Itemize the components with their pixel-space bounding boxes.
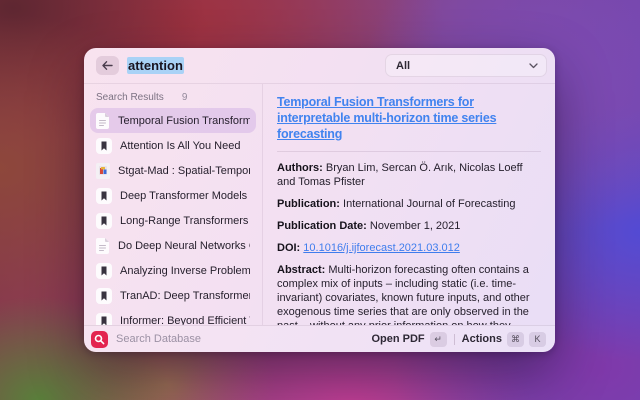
result-title: Deep Transformer Models for Ti...	[120, 190, 250, 202]
result-title: Stgat-Mad : Spatial-Temporal Gr...	[118, 165, 250, 177]
abstract-field: Abstract: Multi-horizon forecasting ofte…	[277, 263, 541, 325]
abstract-label: Abstract:	[277, 264, 325, 276]
result-title: Informer: Beyond Efficient Trans	[120, 315, 250, 326]
open-pdf-label: Open PDF	[371, 333, 424, 345]
actions-menu-button[interactable]: Actions ⌘ K	[462, 332, 546, 347]
result-title: Temporal Fusion Transformers f...	[118, 115, 250, 127]
cmd-key-badge: ⌘	[507, 332, 524, 347]
section-header: Search Results 9	[90, 92, 256, 103]
authors-field: Authors: Bryan Lim, Sercan Ö. Arık, Nico…	[277, 161, 541, 189]
search-result-item[interactable]: Attention Is All You Need	[90, 133, 256, 158]
authors-label: Authors:	[277, 162, 323, 174]
result-title: Long-Range Transformers for D...	[120, 215, 250, 227]
result-title: Do Deep Neural Networks Contr...	[118, 240, 250, 252]
publication-value: International Journal of Forecasting	[343, 198, 515, 210]
enter-key-badge: ↵	[430, 332, 447, 347]
section-title: Search Results	[96, 92, 164, 103]
back-arrow-icon	[102, 61, 113, 70]
doi-link[interactable]: 10.1016/j.ijforecast.2021.03.012	[303, 242, 460, 254]
bookmark-icon	[96, 188, 112, 204]
actions-label: Actions	[462, 333, 502, 345]
publication-date-field: Publication Date: November 1, 2021	[277, 219, 541, 233]
document-icon	[96, 238, 110, 254]
app-icon	[91, 331, 108, 348]
chevron-down-icon	[529, 63, 538, 69]
filter-dropdown[interactable]: All	[385, 54, 547, 77]
database-search-input[interactable]	[116, 333, 371, 345]
image-document-icon	[96, 163, 110, 179]
search-result-item[interactable]: Informer: Beyond Efficient Trans	[90, 308, 256, 325]
filter-dropdown-value: All	[396, 60, 529, 72]
open-pdf-action[interactable]: Open PDF ↵	[371, 332, 446, 347]
action-bar: Open PDF ↵ Actions ⌘ K	[84, 325, 555, 352]
search-result-item[interactable]: Analyzing Inverse Problems with...	[90, 258, 256, 283]
bookmark-icon	[96, 138, 112, 154]
search-result-item[interactable]: TranAD: Deep Transformer Net...	[90, 283, 256, 308]
k-key-badge: K	[529, 332, 546, 347]
search-icon	[94, 334, 105, 345]
search-result-item[interactable]: Stgat-Mad : Spatial-Temporal Gr...	[90, 158, 256, 183]
bookmark-icon	[96, 213, 112, 229]
result-title: Analyzing Inverse Problems with...	[120, 265, 250, 277]
results-count: 9	[182, 92, 188, 103]
doi-field: DOI: 10.1016/j.ijforecast.2021.03.012	[277, 241, 541, 255]
document-icon	[96, 113, 110, 129]
bookmark-icon	[96, 288, 112, 304]
search-result-item[interactable]: Long-Range Transformers for D...	[90, 208, 256, 233]
publication-field: Publication: International Journal of Fo…	[277, 197, 541, 211]
search-result-item[interactable]: Temporal Fusion Transformers f...	[90, 108, 256, 133]
bookmark-icon	[96, 263, 112, 279]
paper-detail-pane: Temporal Fusion Transformers for interpr…	[263, 84, 555, 325]
window-body: Search Results 9 Temporal Fusion Transfo…	[84, 84, 555, 325]
result-title: TranAD: Deep Transformer Net...	[120, 290, 250, 302]
publication-date-value: November 1, 2021	[370, 220, 461, 232]
search-result-item[interactable]: Deep Transformer Models for Ti...	[90, 183, 256, 208]
bookmark-icon	[96, 313, 112, 326]
search-query-text: attention	[127, 57, 184, 74]
back-button[interactable]	[96, 56, 119, 75]
search-result-item[interactable]: Do Deep Neural Networks Contr...	[90, 233, 256, 258]
publication-date-label: Publication Date:	[277, 220, 367, 232]
header: attention All	[84, 48, 555, 84]
divider	[454, 334, 455, 345]
paper-title-link[interactable]: Temporal Fusion Transformers for interpr…	[277, 94, 541, 142]
search-results-sidebar: Search Results 9 Temporal Fusion Transfo…	[84, 84, 263, 325]
doi-label: DOI:	[277, 242, 300, 254]
result-title: Attention Is All You Need	[120, 140, 240, 152]
divider	[277, 151, 541, 152]
search-window: attention All Search Results 9 Tempora	[84, 48, 555, 352]
publication-label: Publication:	[277, 198, 340, 210]
search-input[interactable]: attention	[127, 58, 184, 73]
